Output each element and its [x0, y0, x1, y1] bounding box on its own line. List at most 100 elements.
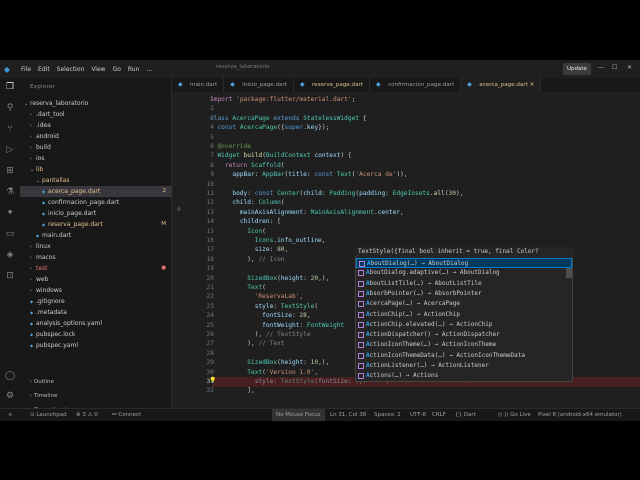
- menu-item[interactable]: Edit: [38, 66, 50, 73]
- eol-status[interactable]: CRLF: [432, 409, 446, 421]
- editor-tab[interactable]: ◆ main.dart: [172, 78, 225, 92]
- launchpad-status[interactable]: ⊙ Launchpad: [30, 409, 67, 421]
- explorer-folder[interactable]: › .idea: [20, 120, 172, 131]
- explorer-file[interactable]: ◆ reserva_page.dart M: [20, 219, 172, 230]
- code-line[interactable]: Text(: [210, 284, 266, 291]
- explorer-file[interactable]: ◆ main.dart: [20, 230, 172, 241]
- code-line[interactable]: Icon(: [210, 228, 266, 235]
- code-line[interactable]: ), // Icon: [210, 256, 284, 263]
- code-line[interactable]: children: [: [210, 218, 281, 225]
- explorer-folder[interactable]: › .dart_tool: [20, 109, 172, 120]
- files-icon[interactable]: ❐: [5, 82, 15, 92]
- code-line[interactable]: import 'package:flutter/material.dart';: [210, 96, 355, 103]
- lightbulb-icon[interactable]: 💡: [209, 377, 216, 384]
- code-line[interactable]: body: const Center(child: Padding(paddin…: [210, 190, 463, 197]
- code-line[interactable]: 'ReservaLab',: [210, 293, 303, 300]
- suggestion-item[interactable]: ActionListener(…) → ActionListener: [356, 361, 572, 371]
- sidebar-section[interactable]: › Outline: [20, 376, 54, 388]
- encoding-status[interactable]: UTF-8: [410, 409, 426, 421]
- menu-item[interactable]: File: [21, 66, 31, 73]
- docker-icon[interactable]: ⊡: [5, 271, 15, 281]
- suggestion-item[interactable]: AbsorbPointer(…) → AbsorbPointer: [356, 289, 572, 299]
- explorer-root[interactable]: ⌄ reserva_laboratorio: [20, 98, 172, 109]
- suggestion-item[interactable]: ActionChip.elevated(…) → ActionChip: [356, 320, 572, 330]
- suggestion-item[interactable]: ActionDispatcher() → ActionDispatcher: [356, 330, 572, 340]
- code-line[interactable]: const AcercaPage({super.key});: [210, 124, 329, 131]
- code-line[interactable]: size: 80,: [210, 246, 289, 253]
- code-line[interactable]: child: Column(: [210, 199, 284, 206]
- explorer-folder[interactable]: › build: [20, 142, 172, 153]
- editor-tab[interactable]: ◆ inicio_page.dart: [224, 78, 294, 92]
- suggestion-item[interactable]: ActionIconTheme(…) → ActionIconTheme: [356, 340, 572, 350]
- suggest-scrollbar[interactable]: [566, 268, 572, 278]
- menu-item[interactable]: Go: [113, 66, 121, 73]
- cursor-position[interactable]: Ln 31, Col 38: [330, 409, 366, 421]
- suggestion-item[interactable]: ActionChip(…) → ActionChip: [356, 310, 572, 320]
- minimize-icon[interactable]: —: [598, 64, 604, 71]
- editor-tab[interactable]: ◆ acerca_page.dart ✕: [461, 78, 542, 92]
- remote-icon[interactable]: ⨯: [8, 409, 13, 421]
- explorer-file[interactable]: ◆ analysis_options.yaml: [20, 318, 172, 329]
- explorer-folder[interactable]: › ios: [20, 153, 172, 164]
- explorer-file[interactable]: ◆ .metadata: [20, 307, 172, 318]
- code-line[interactable]: Text('Version 1.0',: [210, 369, 318, 376]
- explorer-file[interactable]: ◆ confirmacion_page.dart: [20, 197, 172, 208]
- explorer-file[interactable]: ◆ acerca_page.dart 2: [20, 186, 172, 197]
- suggestion-item[interactable]: AboutListTile(…) → AboutListTile: [356, 279, 572, 289]
- code-line[interactable]: class AcercaPage extends StatelessWidget…: [210, 115, 367, 122]
- suggestion-item[interactable]: AboutDialog.adaptive(…) → AboutDialog: [356, 268, 572, 278]
- code-line[interactable]: mainAxisAlignment: MainAxisAlignment.cen…: [210, 209, 404, 216]
- remote-explorer-icon[interactable]: ▭: [5, 229, 15, 239]
- close-icon[interactable]: ✕: [627, 64, 632, 71]
- extensions-icon[interactable]: ⊞: [5, 166, 15, 176]
- update-button[interactable]: Update: [563, 63, 591, 75]
- code-line[interactable]: Widget build(BuildContext context) {: [210, 152, 351, 159]
- suggestion-item[interactable]: AboutDialog(…) → AboutDialog: [356, 258, 572, 268]
- connect-status[interactable]: ⚯ Connect: [112, 409, 141, 421]
- settings-gear-icon[interactable]: ⚙: [5, 391, 15, 401]
- explorer-file[interactable]: ◆ inicio_page.dart: [20, 208, 172, 219]
- explorer-folder[interactable]: › android: [20, 131, 172, 142]
- code-line[interactable]: style: TextStyle(: [210, 303, 318, 310]
- code-line[interactable]: fontWeight: FontWeight: [210, 322, 344, 329]
- code-line[interactable]: Icons.info_outline,: [210, 237, 326, 244]
- accounts-icon[interactable]: ◯: [5, 371, 15, 381]
- explorer-folder[interactable]: › test ●: [20, 263, 172, 274]
- device-status[interactable]: Pixel 8 (android-x64 emulator): [538, 409, 622, 421]
- suggestion-item[interactable]: AcercaPage(…) → AcercaPage: [356, 299, 572, 309]
- explorer-folder[interactable]: ⌄ pantallas: [20, 175, 172, 186]
- source-control-icon[interactable]: ⑂: [5, 124, 15, 134]
- explorer-file[interactable]: ◆ pubspec.yaml: [20, 340, 172, 351]
- code-line[interactable]: ],: [210, 387, 254, 394]
- code-line[interactable]: ), // Text: [210, 340, 284, 347]
- flutter-icon[interactable]: ✦: [5, 208, 15, 218]
- editor-tab[interactable]: ◆ reserva_page.dart: [294, 78, 370, 92]
- maximize-icon[interactable]: ☐: [612, 64, 617, 71]
- explorer-file[interactable]: ◆ pubspec.lock: [20, 329, 172, 340]
- explorer-folder[interactable]: ⌄ lib: [20, 164, 172, 175]
- explorer-file[interactable]: ◆ .gitignore: [20, 296, 172, 307]
- menu-item[interactable]: View: [91, 66, 105, 73]
- language-status[interactable]: {} Dart: [455, 409, 476, 421]
- suggestion-item[interactable]: Actions(…) → Actions: [356, 371, 572, 381]
- window-title[interactable]: reserva_laboratorio: [216, 64, 269, 70]
- code-line[interactable]: SizedBox(height: 20,),: [210, 275, 329, 282]
- indentation-status[interactable]: Spaces: 2: [374, 409, 401, 421]
- menu-item[interactable]: Selection: [57, 66, 85, 73]
- dart-devtools-icon[interactable]: ◈: [5, 250, 15, 260]
- code-line[interactable]: appBar: AppBar(title: const Text('Acerca…: [210, 171, 407, 178]
- tab-close-icon[interactable]: ✕: [530, 82, 535, 88]
- sidebar-section[interactable]: › Timeline: [20, 390, 57, 402]
- testing-icon[interactable]: ⚗: [5, 187, 15, 197]
- explorer-folder[interactable]: › windows: [20, 285, 172, 296]
- mouse-focus-status[interactable]: No Mouse Focus: [272, 409, 325, 421]
- menu-item[interactable]: ...: [146, 66, 152, 73]
- breakpoint-hint-icon[interactable]: ⊙: [177, 206, 181, 213]
- problems-status[interactable]: ⊗ 3 ⚠ 0: [76, 409, 98, 421]
- code-line[interactable]: ), // TextStyle: [210, 331, 311, 338]
- editor-tab[interactable]: ◆ confirmacion_page.dart: [370, 78, 462, 92]
- explorer-folder[interactable]: › web: [20, 274, 172, 285]
- code-line[interactable]: return Scaffold(: [210, 162, 285, 169]
- suggestion-item[interactable]: ActionIconThemeData(…) → ActionIconTheme…: [356, 351, 572, 361]
- code-line[interactable]: SizedBox(height: 10,),: [210, 359, 329, 366]
